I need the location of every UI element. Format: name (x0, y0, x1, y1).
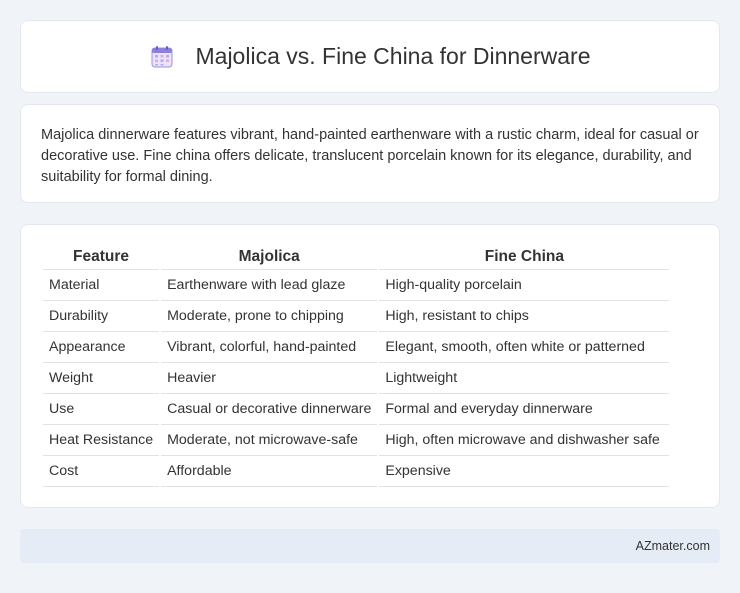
cell-majolica: Casual or decorative dinnerware (161, 394, 378, 425)
cell-fine-china: High, often microwave and dishwasher saf… (379, 425, 670, 456)
cell-majolica: Vibrant, colorful, hand-painted (161, 332, 378, 363)
cell-fine-china: Expensive (379, 456, 670, 487)
cell-fine-china: Elegant, smooth, often white or patterne… (379, 332, 670, 363)
page-title: Majolica vs. Fine China for Dinnerware (195, 43, 591, 69)
cell-fine-china: Formal and everyday dinnerware (379, 394, 670, 425)
table-header-row: Feature Majolica Fine China (43, 245, 670, 270)
comparison-table-card: Feature Majolica Fine China Material Ear… (20, 224, 720, 508)
calendar-icon (150, 45, 174, 69)
cell-feature: Heat Resistance (43, 425, 160, 456)
table-row: Heat Resistance Moderate, not microwave-… (43, 425, 670, 456)
cell-majolica: Moderate, not microwave-safe (161, 425, 378, 456)
header-feature: Feature (43, 245, 160, 270)
cell-majolica: Earthenware with lead glaze (161, 270, 378, 301)
title-card: Majolica vs. Fine China for Dinnerware (20, 20, 720, 93)
description-text: Majolica dinnerware features vibrant, ha… (41, 127, 699, 185)
table-row: Weight Heavier Lightweight (43, 363, 670, 394)
cell-feature: Weight (43, 363, 160, 394)
cell-feature: Cost (43, 456, 160, 487)
table-row: Use Casual or decorative dinnerware Form… (43, 394, 670, 425)
cell-feature: Material (43, 270, 160, 301)
cell-majolica: Affordable (161, 456, 378, 487)
header-fine-china: Fine China (379, 245, 670, 270)
comparison-table: Feature Majolica Fine China Material Ear… (41, 245, 671, 487)
table-row: Appearance Vibrant, colorful, hand-paint… (43, 332, 670, 363)
cell-majolica: Moderate, prone to chipping (161, 301, 378, 332)
cell-feature: Appearance (43, 332, 160, 363)
footer-bar: AZmater.com (20, 529, 720, 563)
cell-feature: Use (43, 394, 160, 425)
footer-credit: AZmater.com (635, 539, 710, 553)
cell-fine-china: High, resistant to chips (379, 301, 670, 332)
cell-fine-china: High-quality porcelain (379, 270, 670, 301)
cell-feature: Durability (43, 301, 160, 332)
cell-fine-china: Lightweight (379, 363, 670, 394)
table-row: Cost Affordable Expensive (43, 456, 670, 487)
table-row: Durability Moderate, prone to chipping H… (43, 301, 670, 332)
cell-majolica: Heavier (161, 363, 378, 394)
description-card: Majolica dinnerware features vibrant, ha… (20, 104, 720, 203)
table-row: Material Earthenware with lead glaze Hig… (43, 270, 670, 301)
header-majolica: Majolica (161, 245, 378, 270)
